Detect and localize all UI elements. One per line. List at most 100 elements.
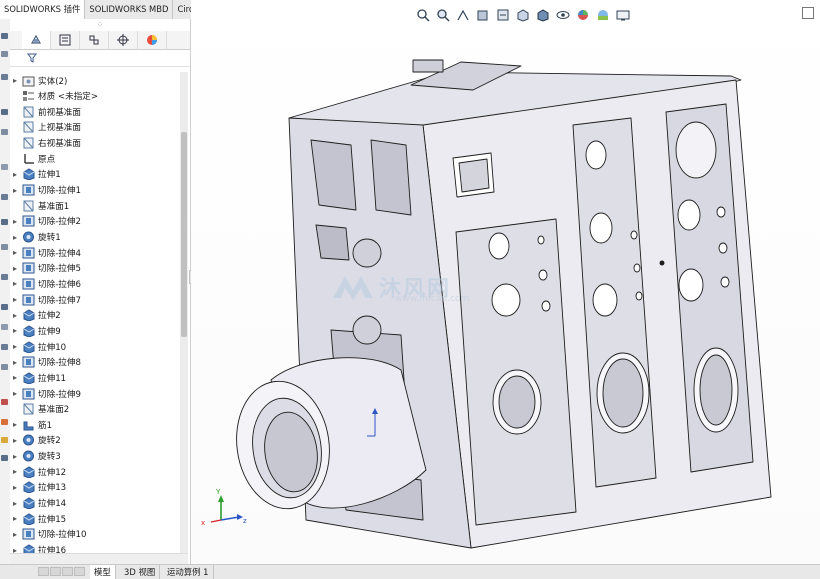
tab-solidworks-addins[interactable]: SOLIDWORKS 插件 (0, 0, 86, 19)
tree-item[interactable]: 材质 <未指定> (10, 89, 178, 104)
expand-arrow-icon[interactable]: ▸ (10, 170, 20, 179)
feature-tree-scrollbar[interactable] (180, 72, 188, 564)
tree-item[interactable]: ▸ 切除-拉伸2 (10, 214, 178, 229)
tree-item[interactable]: 前视基准面 (10, 104, 178, 119)
tree-item[interactable]: ▸ 切除-拉伸9 (10, 386, 178, 401)
tool-icon[interactable] (1, 364, 8, 370)
expand-arrow-icon[interactable]: ▸ (10, 467, 20, 476)
expand-arrow-icon[interactable]: ▸ (10, 373, 20, 382)
tool-icon[interactable] (1, 109, 8, 115)
tree-item[interactable]: ▸ 切除-拉伸8 (10, 355, 178, 370)
tool-icon[interactable] (1, 194, 8, 200)
expand-arrow-icon[interactable]: ▸ (10, 217, 20, 226)
tree-item[interactable]: ▸ 旋转1 (10, 230, 178, 245)
expand-arrow-icon[interactable]: ▸ (10, 530, 20, 539)
tool-icon[interactable] (1, 164, 8, 170)
tool-icon[interactable] (1, 51, 8, 57)
tool-icon[interactable] (1, 399, 8, 405)
expand-arrow-icon[interactable]: ▸ (10, 233, 20, 242)
tree-item[interactable]: ▸ 旋转2 (10, 433, 178, 448)
tree-item-label: 切除-拉伸10 (38, 530, 87, 541)
panel-grip[interactable]: ⁘ (10, 19, 190, 31)
revolve-icon (22, 434, 35, 446)
tool-icon[interactable] (1, 244, 8, 250)
tree-item[interactable]: ▸ 切除-拉伸7 (10, 292, 178, 307)
tree-item-label: 旋转2 (38, 436, 61, 447)
tab-feature-tree[interactable] (22, 31, 51, 49)
tree-item[interactable]: 上视基准面 (10, 120, 178, 135)
svg-text:Y: Y (215, 488, 221, 496)
tool-icon[interactable] (1, 437, 8, 443)
tree-item[interactable]: ▸ 筋1 (10, 417, 178, 432)
expand-arrow-icon[interactable]: ▸ (10, 342, 20, 351)
tool-icon[interactable] (1, 219, 8, 225)
expand-arrow-icon[interactable]: ▸ (10, 248, 20, 257)
tree-item[interactable]: ▸ 切除-拉伸4 (10, 245, 178, 260)
tree-item[interactable]: ▸ 拉伸2 (10, 308, 178, 323)
expand-arrow-icon[interactable]: ▸ (10, 311, 20, 320)
expand-arrow-icon[interactable]: ▸ (10, 514, 20, 523)
tab-motion-study[interactable]: 运动算例 1 (163, 565, 214, 579)
tool-icon[interactable] (1, 455, 8, 461)
expand-arrow-icon[interactable]: ▸ (10, 358, 20, 367)
tree-item[interactable]: 原点 (10, 151, 178, 166)
tree-item[interactable]: ▸ 切除-拉伸5 (10, 261, 178, 276)
tab-navigation-arrows[interactable] (38, 567, 88, 576)
expand-arrow-icon[interactable]: ▸ (10, 499, 20, 508)
tree-item[interactable]: ▸ 拉伸13 (10, 480, 178, 495)
tree-item[interactable]: ▸ 拉伸12 (10, 464, 178, 479)
tree-item-label: 拉伸14 (38, 499, 67, 510)
scrollbar-thumb[interactable] (181, 132, 187, 337)
expand-arrow-icon[interactable]: ▸ (10, 452, 20, 461)
plane-icon (22, 137, 35, 149)
tool-icon[interactable] (1, 419, 8, 425)
expand-arrow-icon[interactable]: ▸ (10, 326, 20, 335)
filter-bar[interactable] (10, 50, 190, 67)
tree-item[interactable]: ▸ 拉伸11 (10, 370, 178, 385)
tree-item[interactable]: ▸ 切除-拉伸10 (10, 527, 178, 542)
feature-tree-hscrollbar[interactable] (10, 553, 188, 564)
tree-item[interactable]: ▸ 拉伸1 (10, 167, 178, 182)
tree-item[interactable]: ▸ 拉伸15 (10, 511, 178, 526)
tree-item[interactable]: ▸ 旋转3 (10, 449, 178, 464)
tab-display-manager[interactable] (138, 31, 167, 49)
tool-icon[interactable] (1, 304, 8, 310)
expand-arrow-icon[interactable]: ▸ (10, 295, 20, 304)
expand-arrow-icon[interactable]: ▸ (10, 420, 20, 429)
tree-item[interactable]: 基准面2 (10, 402, 178, 417)
tool-icon[interactable] (1, 33, 8, 39)
tab-feature-manager[interactable] (10, 31, 22, 49)
tab-model[interactable]: 模型 (90, 565, 116, 579)
tool-icon[interactable] (1, 74, 8, 80)
expand-arrow-icon[interactable]: ▸ (10, 76, 20, 85)
expand-arrow-icon[interactable]: ▸ (10, 483, 20, 492)
tab-property-manager[interactable] (51, 31, 80, 49)
tree-item[interactable]: ▸ 实体(2) (10, 73, 178, 88)
rib-icon (22, 419, 35, 431)
tree-item[interactable]: ▸ 拉伸9 (10, 323, 178, 338)
tab-solidworks-mbd[interactable]: SOLIDWORKS MBD (85, 0, 174, 19)
svg-text:x: x (201, 519, 205, 527)
tab-configuration-manager[interactable] (80, 31, 109, 49)
tool-icon[interactable] (1, 274, 8, 280)
expand-arrow-icon[interactable]: ▸ (10, 279, 20, 288)
graphics-viewport[interactable]: x Y z 沐风网 www.mfcad.com (191, 0, 820, 564)
tree-item[interactable]: 基准面1 (10, 198, 178, 213)
tab-3d-view[interactable]: 3D 视图 (120, 565, 161, 579)
expand-arrow-icon[interactable]: ▸ (10, 436, 20, 445)
tab-dimxpert-manager[interactable] (109, 31, 138, 49)
tool-icon[interactable] (1, 324, 8, 330)
expand-arrow-icon[interactable]: ▸ (10, 264, 20, 273)
tool-icon[interactable] (1, 344, 8, 350)
filter-icon (27, 53, 37, 63)
expand-arrow-icon[interactable]: ▸ (10, 186, 20, 195)
expand-arrow-icon[interactable]: ▸ (10, 389, 20, 398)
solid-bodies-folder-icon (22, 75, 35, 87)
tree-item[interactable]: 右视基准面 (10, 136, 178, 151)
tool-icon[interactable] (1, 129, 8, 135)
tree-item[interactable]: ▸ 拉伸14 (10, 496, 178, 511)
tree-item[interactable]: ▸ 拉伸10 (10, 339, 178, 354)
tree-item[interactable]: ▸ 切除-拉伸1 (10, 183, 178, 198)
svg-text:z: z (243, 517, 247, 525)
tree-item[interactable]: ▸ 切除-拉伸6 (10, 276, 178, 291)
